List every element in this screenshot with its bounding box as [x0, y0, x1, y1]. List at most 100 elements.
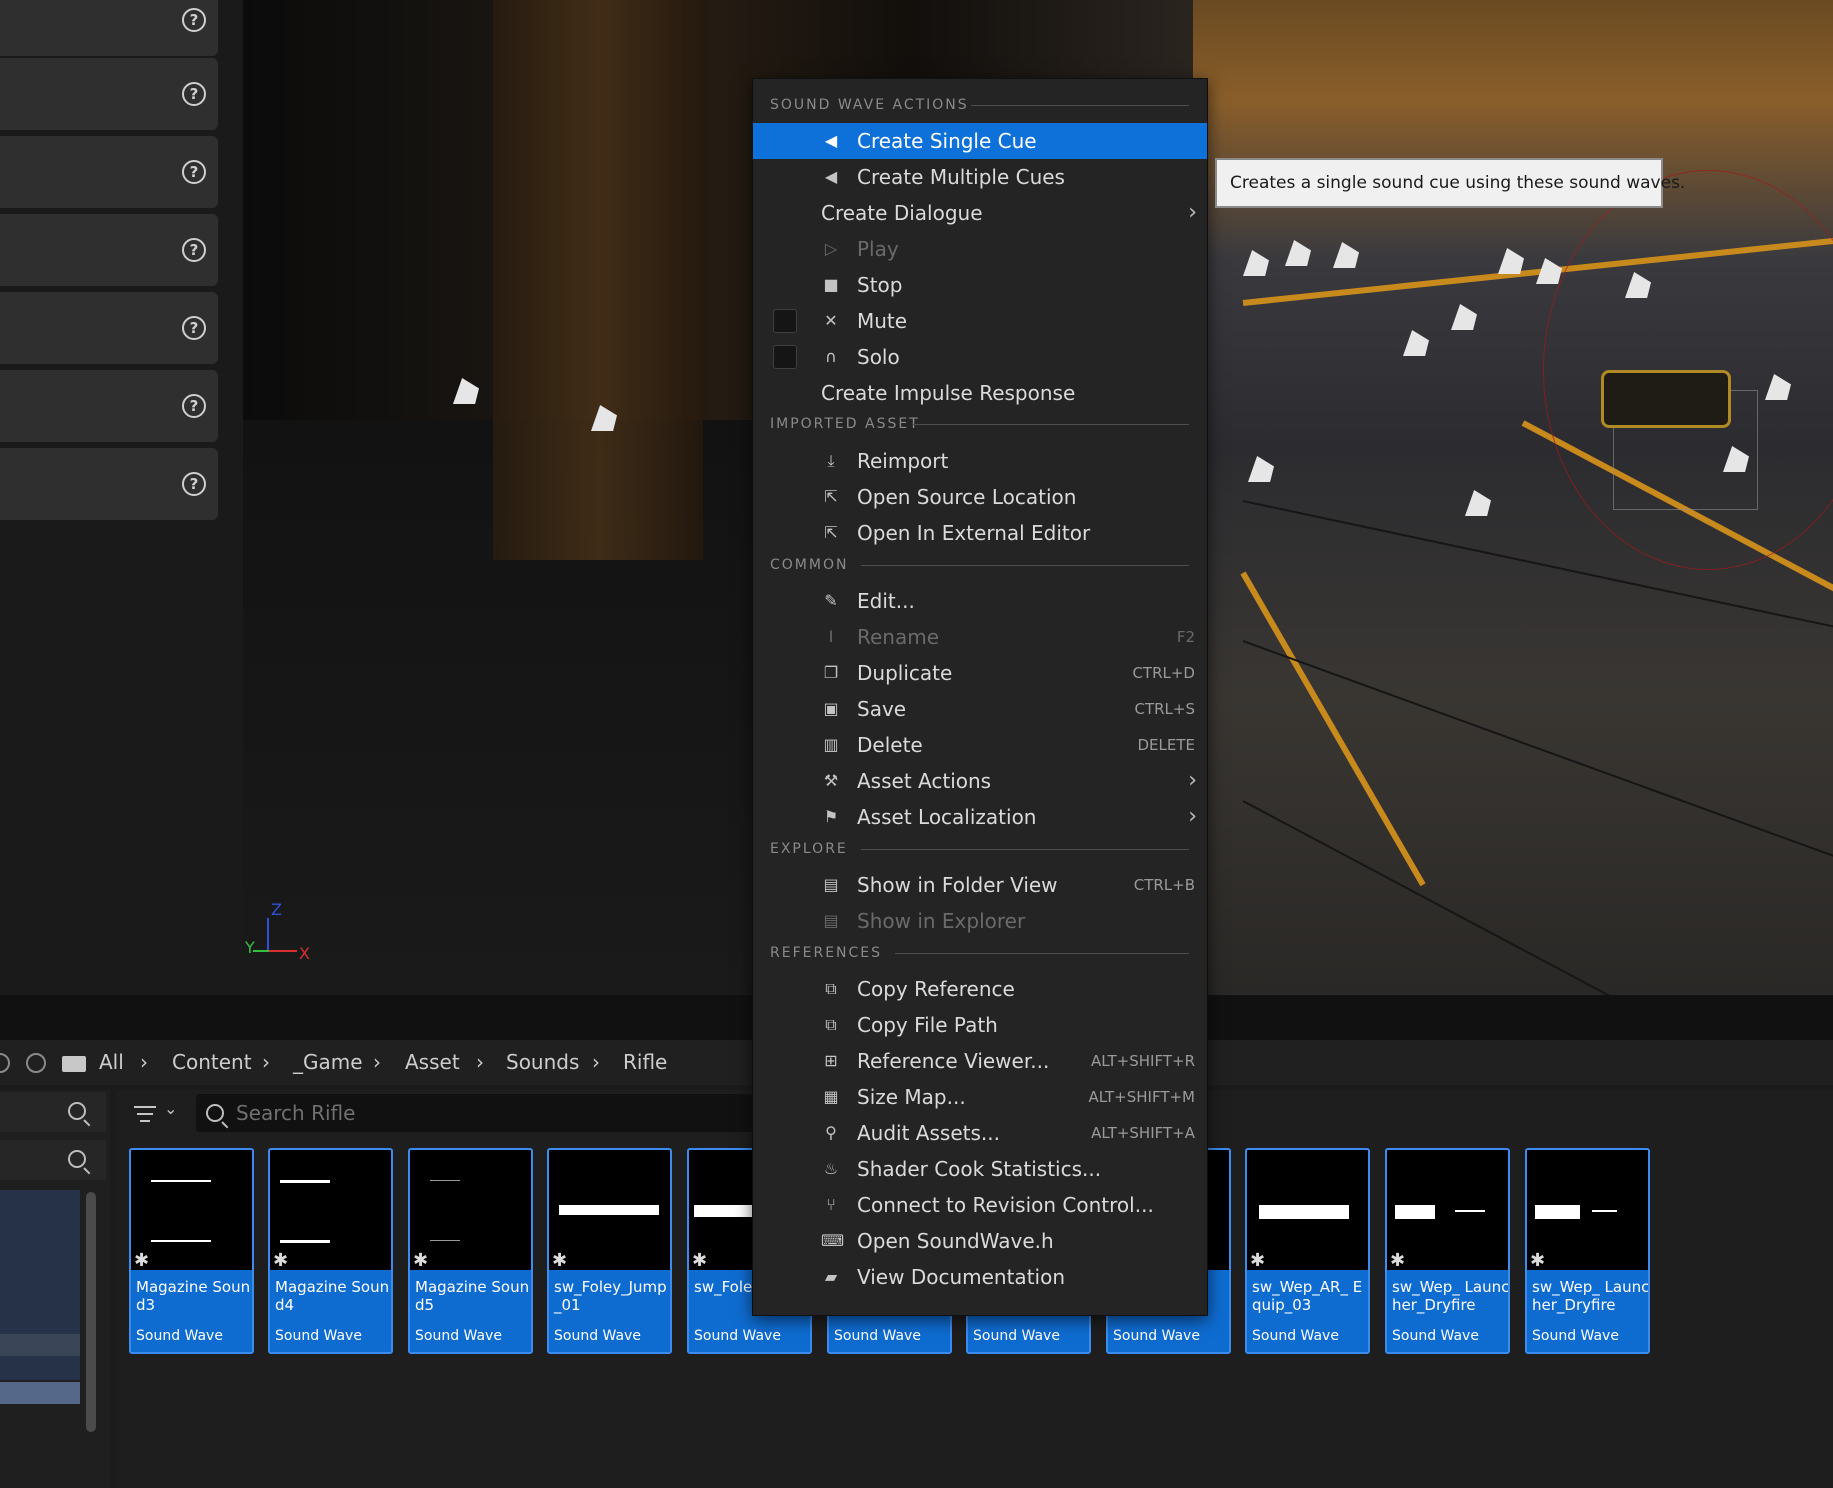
- menu-item-size-map[interactable]: ▦ Size Map... ALT+SHIFT+M: [753, 1079, 1207, 1115]
- property-row: ?: [0, 370, 218, 442]
- asset-tile[interactable]: ✱ sw_Wep_ Launcher_Dryfire Sound Wave: [1385, 1148, 1510, 1354]
- waveform: [280, 1180, 330, 1183]
- menu-item-copy-file-path[interactable]: ⧉ Copy File Path: [753, 1007, 1207, 1043]
- asset-tile[interactable]: ✱ Magazine Sound4 Sound Wave: [268, 1148, 393, 1354]
- folder-tree-item[interactable]: [0, 1334, 80, 1356]
- chevron-right-icon[interactable]: ›: [140, 1040, 148, 1085]
- menu-item-label: Open In External Editor: [857, 521, 1091, 545]
- menu-item-label: Audit Assets...: [857, 1121, 1000, 1145]
- menu-item-save[interactable]: ▣ Save CTRL+S: [753, 691, 1207, 727]
- breadcrumb-all[interactable]: All: [99, 1040, 124, 1085]
- forward-icon[interactable]: [26, 1053, 46, 1073]
- chevron-right-icon[interactable]: ›: [373, 1040, 381, 1085]
- menu-item-duplicate[interactable]: ❐ Duplicate CTRL+D: [753, 655, 1207, 691]
- menu-item-create-dialogue[interactable]: Create Dialogue ›: [753, 195, 1207, 231]
- menu-item-open-source-location[interactable]: ⇱ Open Source Location: [753, 479, 1207, 515]
- asset-tile[interactable]: ✱ sw_Wep_ Launcher_Dryfire Sound Wave: [1525, 1148, 1650, 1354]
- collections-search[interactable]: [0, 1140, 106, 1180]
- back-icon[interactable]: [0, 1053, 10, 1073]
- mute-checkbox[interactable]: [773, 309, 797, 333]
- menu-item-solo[interactable]: ∩ Solo: [753, 339, 1207, 375]
- asset-type: Sound Wave: [694, 1328, 781, 1344]
- chevron-right-icon: ›: [1188, 200, 1197, 225]
- chevron-down-icon[interactable]: ⌄: [164, 1099, 177, 1118]
- asset-type: Sound Wave: [275, 1328, 362, 1344]
- menu-item-open-soundwave-h[interactable]: ⌨ Open SoundWave.h: [753, 1223, 1207, 1259]
- scrollbar[interactable]: [86, 1192, 96, 1432]
- chevron-right-icon: ›: [1188, 804, 1197, 829]
- asset-type: Sound Wave: [973, 1328, 1060, 1344]
- sources-search[interactable]: [0, 1092, 106, 1132]
- chevron-right-icon[interactable]: ›: [476, 1040, 484, 1085]
- menu-item-stop[interactable]: ■ Stop: [753, 267, 1207, 303]
- help-icon[interactable]: ?: [182, 316, 206, 340]
- menu-item-reimport[interactable]: ⤓ Reimport: [753, 443, 1207, 479]
- menu-item-rename[interactable]: I Rename F2: [753, 619, 1207, 655]
- menu-item-copy-reference[interactable]: ⧉ Copy Reference: [753, 971, 1207, 1007]
- axis-y-label: Y: [245, 938, 255, 957]
- asset-tile[interactable]: ✱ sw_Wep_AR_ Equip_03 Sound Wave: [1245, 1148, 1370, 1354]
- asset-type: Sound Wave: [554, 1328, 641, 1344]
- menu-item-mute[interactable]: ✕ Mute: [753, 303, 1207, 339]
- menu-item-view-documentation[interactable]: ▰ View Documentation: [753, 1259, 1207, 1295]
- asset-type: Sound Wave: [1252, 1328, 1339, 1344]
- play-icon: ▷: [824, 239, 838, 258]
- menu-item-delete[interactable]: ▥ Delete DELETE: [753, 727, 1207, 763]
- menu-item-play[interactable]: ▷ Play: [753, 231, 1207, 267]
- waveform: [1259, 1205, 1349, 1219]
- menu-item-connect-to-revision-control[interactable]: ⑂ Connect to Revision Control...: [753, 1187, 1207, 1223]
- help-icon[interactable]: ?: [182, 82, 206, 106]
- menu-item-show-in-explorer[interactable]: ▤ Show in Explorer: [753, 903, 1207, 939]
- menu-item-asset-actions[interactable]: ⚒ Asset Actions ›: [753, 763, 1207, 799]
- breadcrumb-game[interactable]: _Game: [293, 1040, 363, 1085]
- menu-item-label: Solo: [857, 345, 900, 369]
- search-placeholder: Search Rifle: [236, 1101, 356, 1125]
- breadcrumb-asset[interactable]: Asset: [405, 1040, 460, 1085]
- help-icon[interactable]: ?: [182, 160, 206, 184]
- asterisk-icon: ✱: [1390, 1250, 1406, 1271]
- help-icon[interactable]: ?: [182, 394, 206, 418]
- menu-item-label: Reference Viewer...: [857, 1049, 1050, 1073]
- asset-type: Sound Wave: [1532, 1328, 1619, 1344]
- help-icon[interactable]: ?: [182, 472, 206, 496]
- branch-icon: ⑂: [826, 1195, 836, 1214]
- asset-tile[interactable]: ✱ Magazine Sound3 Sound Wave: [129, 1148, 254, 1354]
- menu-item-create-impulse-response[interactable]: Create Impulse Response: [753, 375, 1207, 411]
- book-icon: ▰: [824, 1267, 838, 1286]
- section-divider: [895, 953, 1189, 954]
- details-panel: ? ? ? ? ? ? ?: [0, 0, 243, 995]
- asset-type: Sound Wave: [415, 1328, 502, 1344]
- folder-icon[interactable]: [62, 1056, 86, 1072]
- speaker-icon[interactable]: [453, 378, 479, 404]
- filter-line: [137, 1113, 153, 1115]
- breadcrumb-content[interactable]: Content: [172, 1040, 252, 1085]
- asset-tile[interactable]: ✱ sw_Foley_Jump _01 Sound Wave: [547, 1148, 672, 1354]
- weapon-mesh[interactable]: [1601, 370, 1731, 428]
- menu-item-asset-localization[interactable]: ⚑ Asset Localization ›: [753, 799, 1207, 835]
- waveform-thumbnail: ✱: [410, 1150, 531, 1271]
- solo-checkbox[interactable]: [773, 345, 797, 369]
- search-icon[interactable]: [68, 1150, 86, 1168]
- chevron-right-icon[interactable]: ›: [262, 1040, 270, 1085]
- chevron-right-icon[interactable]: ›: [592, 1040, 600, 1085]
- menu-item-reference-viewer[interactable]: ⊞ Reference Viewer... ALT+SHIFT+R: [753, 1043, 1207, 1079]
- menu-item-show-in-folder-view[interactable]: ▤ Show in Folder View CTRL+B: [753, 867, 1207, 903]
- menu-item-label: Create Single Cue: [857, 129, 1037, 153]
- menu-item-create-single-cue[interactable]: ◀ Create Single Cue: [753, 123, 1207, 159]
- asset-type: Sound Wave: [1113, 1328, 1200, 1344]
- waveform-thumbnail: ✱: [1527, 1150, 1648, 1271]
- help-icon[interactable]: ?: [182, 8, 206, 32]
- filter-icon[interactable]: ⌄: [134, 1096, 184, 1130]
- folder-tree-item-selected[interactable]: [0, 1382, 80, 1404]
- breadcrumb-rifle[interactable]: Rifle: [623, 1040, 667, 1085]
- search-icon[interactable]: [68, 1102, 86, 1120]
- asset-tile[interactable]: ✱ Magazine Sound5 Sound Wave: [408, 1148, 533, 1354]
- waveform: [430, 1240, 460, 1241]
- help-icon[interactable]: ?: [182, 238, 206, 262]
- menu-item-create-multiple-cues[interactable]: ◀ Create Multiple Cues: [753, 159, 1207, 195]
- menu-item-audit-assets[interactable]: ⚲ Audit Assets... ALT+SHIFT+A: [753, 1115, 1207, 1151]
- menu-item-open-in-external-editor[interactable]: ⇱ Open In External Editor: [753, 515, 1207, 551]
- menu-item-edit[interactable]: ✎ Edit...: [753, 583, 1207, 619]
- menu-item-shader-cook-statistics[interactable]: ♨ Shader Cook Statistics...: [753, 1151, 1207, 1187]
- breadcrumb-sounds[interactable]: Sounds: [506, 1040, 579, 1085]
